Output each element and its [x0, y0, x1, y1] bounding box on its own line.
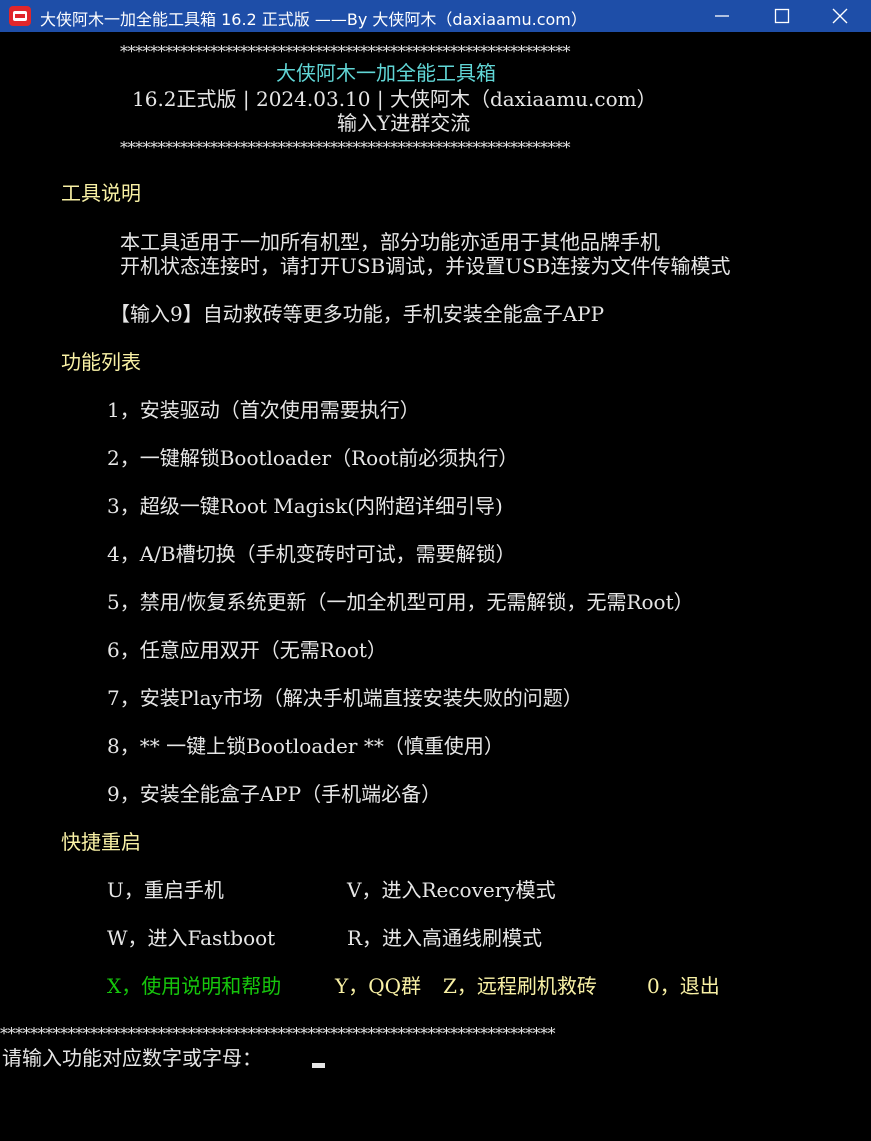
- feature-item-4: 4，A/B槽切换（手机变砖时可试，需要解锁）: [107, 542, 516, 566]
- reboot-u: U，重启手机: [107, 878, 224, 902]
- feature-item-7: 7，安装Play市场（解决手机端直接安装失败的问题）: [107, 686, 583, 710]
- console-output[interactable]: ****************************************…: [0, 32, 871, 1141]
- feature-item-6: 6，任意应用双开（无需Root）: [107, 638, 387, 662]
- feature-item-8: 8，** 一键上锁Bootloader **（慎重使用）: [107, 734, 504, 758]
- footer-stars: ****************************************…: [0, 1024, 556, 1043]
- remote-flash-option: Z，远程刷机救砖: [443, 974, 597, 998]
- window-titlebar[interactable]: 大侠阿木一加全能工具箱 16.2 正式版 ——By 大侠阿木（daxiaamu.…: [0, 0, 871, 32]
- help-option: X，使用说明和帮助: [107, 974, 282, 998]
- reboot-heading: 快捷重启: [61, 830, 141, 854]
- version-line: 16.2正式版 | 2024.03.10 | 大侠阿木（daxiaamu.com…: [132, 87, 657, 111]
- feature-item-2: 2，一键解锁Bootloader（Root前必须执行）: [107, 446, 519, 470]
- input-prompt: 请输入功能对应数字或字母：: [2, 1046, 262, 1070]
- close-button[interactable]: [810, 0, 870, 32]
- app-name: 大侠阿木一加全能工具箱: [276, 61, 496, 85]
- maximize-icon: [774, 8, 790, 24]
- header-stars-bottom: ****************************************…: [120, 138, 571, 157]
- close-icon: [832, 8, 848, 24]
- feature-item-3: 3，超级一键Root Magisk(内附超详细引导): [107, 494, 503, 518]
- feature-item-1: 1，安装驱动（首次使用需要执行）: [107, 398, 420, 422]
- intro-line-1: 本工具适用于一加所有机型，部分功能亦适用于其他品牌手机: [120, 230, 660, 254]
- qq-group-option: Y，QQ群: [335, 974, 421, 998]
- minimize-button[interactable]: [692, 0, 752, 32]
- intro-heading: 工具说明: [61, 181, 141, 205]
- reboot-w: W，进入Fastboot: [107, 926, 276, 950]
- reboot-v: V，进入Recovery模式: [347, 878, 556, 902]
- group-line: 输入Y进群交流: [337, 111, 471, 135]
- maximize-button[interactable]: [752, 0, 812, 32]
- feature-item-9: 9，安装全能盒子APP（手机端必备）: [107, 782, 442, 806]
- exit-option: 0，退出: [647, 974, 720, 998]
- feature-item-5: 5，禁用/恢复系统更新（一加全机型可用，无需解锁，无需Root）: [107, 590, 694, 614]
- intro-line-3: 【输入9】自动救砖等更多功能，手机安装全能盒子APP: [110, 302, 605, 326]
- intro-line-2: 开机状态连接时，请打开USB调试，并设置USB连接为文件传输模式: [120, 254, 731, 278]
- minimize-icon: [715, 15, 729, 17]
- text-cursor[interactable]: [312, 1063, 325, 1068]
- features-heading: 功能列表: [61, 350, 141, 374]
- reboot-r: R，进入高通线刷模式: [347, 926, 543, 950]
- app-icon: [9, 6, 31, 26]
- window-title: 大侠阿木一加全能工具箱 16.2 正式版 ——By 大侠阿木（daxiaamu.…: [40, 10, 587, 29]
